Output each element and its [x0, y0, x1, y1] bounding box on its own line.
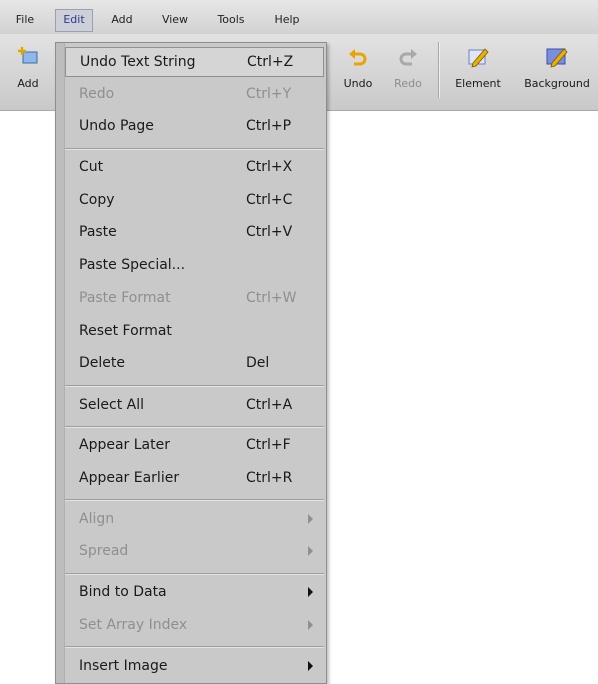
menu-file[interactable]: File [10, 11, 40, 29]
menu-separator [65, 426, 324, 427]
menu-item-shortcut: Ctrl+A [246, 397, 293, 413]
menu-add[interactable]: Add [107, 11, 137, 29]
menu-item-shortcut: Ctrl+W [246, 290, 297, 306]
submenu-arrow-icon [308, 514, 313, 524]
menu-item-undo-page[interactable]: Undo Page Ctrl+P [65, 112, 324, 142]
background-label: Background [524, 77, 590, 90]
redo-label: Redo [394, 77, 422, 90]
undo-label: Undo [343, 77, 373, 90]
menu-item-cut[interactable]: Cut Ctrl+X [65, 153, 324, 183]
menu-item-set-array-index[interactable]: Set Array Index [65, 611, 324, 641]
edit-background-icon [546, 48, 568, 68]
background-button[interactable]: Background [517, 34, 597, 104]
menu-item-appear-later[interactable]: Appear Later Ctrl+F [65, 431, 324, 461]
menu-separator [65, 646, 324, 647]
menu-bar: File Edit Add View Tools Help [0, 0, 598, 34]
menu-item-copy[interactable]: Copy Ctrl+C [65, 186, 324, 216]
redo-icon [399, 49, 417, 66]
menu-item-align[interactable]: Align [65, 505, 324, 535]
menu-item-bind-to-data[interactable]: Bind to Data [65, 578, 324, 608]
menu-item-label: Bind to Data [79, 584, 167, 600]
menu-item-shortcut: Ctrl+F [246, 437, 291, 453]
menu-item-label: Paste Special... [79, 257, 186, 273]
menu-separator [65, 148, 324, 149]
menu-item-label: Cut [79, 159, 104, 175]
submenu-arrow-icon [308, 661, 313, 671]
menu-item-paste-special[interactable]: Paste Special... [65, 251, 324, 281]
menu-item-shortcut: Ctrl+X [246, 159, 293, 175]
menu-edit[interactable]: Edit [55, 9, 93, 32]
menu-item-shortcut: Ctrl+Z [247, 54, 294, 70]
menu-item-label: Insert Image [79, 658, 168, 674]
menu-separator [65, 499, 324, 500]
undo-button[interactable]: Undo [337, 34, 379, 104]
menu-item-label: Align [79, 511, 115, 527]
menu-item-label: Set Array Index [79, 617, 188, 633]
menu-item-label: Undo Page [79, 118, 154, 134]
undo-icon [349, 49, 367, 66]
submenu-arrow-icon [308, 620, 313, 630]
menu-item-label: Undo Text String [80, 54, 196, 70]
submenu-arrow-icon [308, 546, 313, 556]
menu-item-label: Spread [79, 543, 129, 559]
menu-item-spread[interactable]: Spread [65, 537, 324, 567]
edit-menu-dropdown: Undo Text String Ctrl+Z Redo Ctrl+Y Undo… [55, 42, 327, 684]
menu-item-label: Select All [79, 397, 144, 413]
menu-item-shortcut: Ctrl+Y [246, 86, 292, 102]
menu-item-shortcut: Ctrl+V [246, 224, 293, 240]
add-label: Add [17, 77, 39, 90]
menu-tools[interactable]: Tools [212, 11, 250, 29]
menu-item-shortcut: Del [246, 355, 270, 371]
menu-item-label: Reset Format [79, 323, 172, 339]
element-label: Element [455, 77, 501, 90]
menu-item-shortcut: Ctrl+R [246, 470, 293, 486]
menu-separator [65, 385, 324, 386]
menu-gutter [56, 43, 65, 683]
menu-item-label: Appear Later [79, 437, 170, 453]
menu-item-label: Delete [79, 355, 125, 371]
menu-item-delete[interactable]: Delete Del [65, 349, 324, 379]
menu-item-appear-earlier[interactable]: Appear Earlier Ctrl+R [65, 464, 324, 494]
edit-element-icon [468, 48, 489, 68]
add-page-icon [18, 47, 38, 64]
redo-button[interactable]: Redo [387, 34, 429, 104]
menu-item-paste-format[interactable]: Paste Format Ctrl+W [65, 284, 324, 314]
menu-view[interactable]: View [158, 11, 192, 29]
menu-item-shortcut: Ctrl+P [246, 118, 292, 134]
element-button[interactable]: Element [448, 34, 508, 104]
menu-separator [65, 573, 324, 574]
menu-item-label: Redo [79, 86, 115, 102]
menu-help[interactable]: Help [270, 11, 304, 29]
menu-item-label: Paste [79, 224, 117, 240]
menu-item-select-all[interactable]: Select All Ctrl+A [65, 391, 324, 421]
menu-item-reset-format[interactable]: Reset Format [65, 317, 324, 347]
toolbar-separator [438, 42, 439, 98]
menu-item-label: Appear Earlier [79, 470, 180, 486]
menu-item-label: Copy [79, 192, 115, 208]
menu-item-shortcut: Ctrl+C [246, 192, 293, 208]
menu-item-paste[interactable]: Paste Ctrl+V [65, 218, 324, 248]
submenu-arrow-icon [308, 587, 313, 597]
menu-item-label: Paste Format [79, 290, 171, 306]
add-button[interactable]: Add [8, 34, 48, 104]
menu-item-insert-image[interactable]: Insert Image [65, 652, 324, 682]
menu-item-undo-text-string[interactable]: Undo Text String Ctrl+Z [65, 47, 324, 77]
menu-item-redo[interactable]: Redo Ctrl+Y [65, 80, 324, 110]
